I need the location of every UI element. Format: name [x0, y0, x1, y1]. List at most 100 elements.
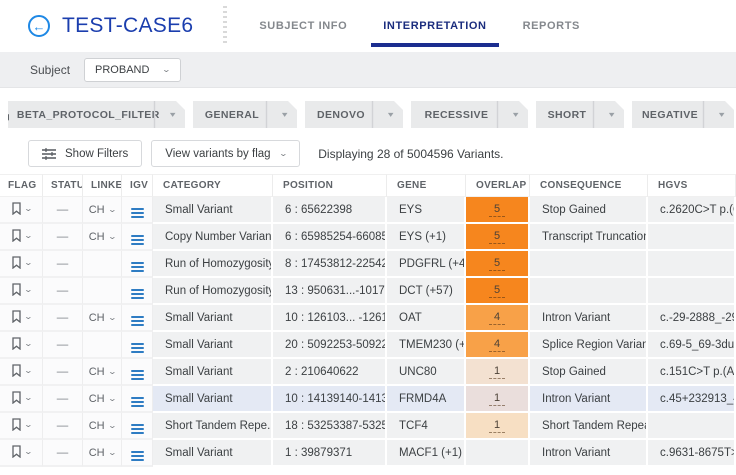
back-button[interactable]: ← — [28, 15, 50, 37]
linked-dropdown[interactable]: CH⌄ — [89, 312, 116, 324]
linked-dropdown[interactable]: CH⌄ — [89, 447, 116, 459]
flag-button[interactable]: ⌄ — [11, 337, 32, 350]
table-row[interactable]: ⌄—Run of Homozygosity13 : 950631...-1017… — [0, 278, 736, 305]
flag-cell: ⌄ — [0, 224, 43, 251]
filter-tab-beta_protocol_filters[interactable]: BETA_PROTOCOL_FILTERS▾ — [8, 101, 185, 128]
gene-cell: PDGFRL (+47) — [387, 251, 466, 278]
table-row[interactable]: ⌄—CH⌄Small Variant6 : 65622398EYS5Stop G… — [0, 197, 736, 224]
igv-button[interactable] — [131, 397, 144, 407]
chevron-down-icon: ⌄ — [23, 231, 32, 240]
overlap-cell: 4 — [466, 305, 530, 332]
igv-button[interactable] — [131, 451, 144, 461]
linked-dropdown[interactable]: CH⌄ — [89, 420, 116, 432]
consequence-cell: Intron Variant — [530, 440, 648, 467]
tab-reports[interactable]: REPORTS — [505, 0, 598, 52]
filter-tab-text: NEGATIVE — [642, 109, 698, 121]
gene-cell: OAT — [387, 305, 466, 332]
linked-dropdown[interactable]: CH⌄ — [89, 393, 116, 405]
position-cell: 18 : 53253387-53253458 — [273, 413, 387, 440]
subject-select[interactable]: PROBAND ⌄ — [84, 58, 181, 82]
filter-tab-caret-icon[interactable]: ▾ — [497, 101, 533, 128]
overlap-cell: 5 — [466, 251, 530, 278]
overlap-value[interactable]: 4 — [489, 311, 505, 325]
overlap-cell: 1 — [466, 386, 530, 413]
status-cell: — — [43, 278, 83, 305]
table-row[interactable]: ⌄—CH⌄Small Variant2 : 210640622UNC801Sto… — [0, 359, 736, 386]
igv-cell — [122, 251, 153, 278]
hgvs-cell — [648, 224, 736, 251]
show-filters-button[interactable]: Show Filters — [28, 140, 142, 167]
flag-button[interactable]: ⌄ — [11, 283, 32, 296]
overlap-value[interactable]: 5 — [489, 284, 505, 298]
igv-cell — [122, 440, 153, 467]
table-row[interactable]: ⌄—Small Variant20 : 5092253-5092254TMEM2… — [0, 332, 736, 359]
igv-button[interactable] — [131, 208, 144, 218]
table-row[interactable]: ⌄—CH⌄Small Variant10 : 126103... -126103… — [0, 305, 736, 332]
tab-subject-info[interactable]: SUBJECT INFO — [241, 0, 365, 52]
hgvs-cell: c.-29-2888_-29-2... — [648, 305, 736, 332]
chevron-down-icon: ⌄ — [162, 65, 171, 74]
linked-dropdown[interactable]: CH⌄ — [89, 204, 116, 216]
flag-button[interactable]: ⌄ — [11, 229, 32, 242]
chevron-down-icon: ⌄ — [23, 312, 32, 321]
chevron-down-icon: ⌄ — [23, 420, 32, 429]
filter-tab-caret-icon[interactable]: ▾ — [372, 101, 408, 128]
filter-tab-caret-icon[interactable]: ▾ — [154, 101, 190, 128]
flag-button[interactable]: ⌄ — [11, 310, 32, 323]
chevron-down-icon: ⌄ — [278, 149, 287, 158]
linked-value: CH — [89, 312, 105, 324]
view-by-flag-dropdown[interactable]: View variants by flag ⌄ — [151, 140, 300, 167]
igv-button[interactable] — [131, 370, 144, 380]
overlap-value[interactable]: 1 — [489, 419, 505, 433]
linked-dropdown[interactable]: CH⌄ — [89, 231, 116, 243]
igv-button[interactable] — [131, 289, 144, 299]
linked-cell: CH⌄ — [83, 305, 122, 332]
subject-select-value: PROBAND — [95, 64, 149, 76]
flag-button[interactable]: ⌄ — [11, 391, 32, 404]
filter-tab-denovo[interactable]: DENOVO▾ — [305, 101, 403, 128]
filter-tab-recessive[interactable]: RECESSIVE▾ — [411, 101, 528, 128]
table-row[interactable]: ⌄—CH⌄Small Variant1 : 39879371MACF1 (+1)… — [0, 440, 736, 467]
linked-value: CH — [89, 231, 105, 243]
igv-button[interactable] — [131, 424, 144, 434]
filter-tab-caret-icon[interactable]: ▾ — [266, 101, 302, 128]
category-cell: Small Variant — [153, 197, 273, 224]
tab-interpretation[interactable]: INTERPRETATION — [365, 0, 504, 52]
position-cell: 1 : 39879371 — [273, 440, 387, 467]
filter-tab-label: GENERAL — [193, 101, 271, 128]
flag-cell: ⌄ — [0, 386, 43, 413]
splitter-handle[interactable] — [223, 6, 227, 46]
filter-tab-short[interactable]: SHORT▾ — [536, 101, 624, 128]
igv-button[interactable] — [131, 343, 144, 353]
table-row[interactable]: ⌄—Run of Homozygosity8 : 17453812-225429… — [0, 251, 736, 278]
filter-tab-general[interactable]: GENERAL▾ — [193, 101, 297, 128]
flag-button[interactable]: ⌄ — [11, 445, 32, 458]
table-row[interactable]: ⌄—CH⌄Copy Number Variant6 : 65985254-660… — [0, 224, 736, 251]
overlap-value[interactable]: 1 — [489, 365, 505, 379]
overlap-value[interactable]: 4 — [489, 338, 505, 352]
linked-dropdown[interactable]: CH⌄ — [89, 366, 116, 378]
igv-button[interactable] — [131, 316, 144, 326]
filter-tab-caret-icon[interactable]: ▾ — [593, 101, 629, 128]
flag-button[interactable]: ⌄ — [11, 202, 32, 215]
filter-tab-caret-icon[interactable]: ▾ — [703, 101, 736, 128]
overlap-value[interactable]: 5 — [489, 230, 505, 244]
column-header-flag: FLAG — [0, 174, 43, 197]
flag-button[interactable]: ⌄ — [11, 364, 32, 377]
overlap-cell: 1 — [466, 413, 530, 440]
overlap-value[interactable]: 5 — [489, 203, 505, 217]
igv-button[interactable] — [131, 235, 144, 245]
overlap-value[interactable]: 1 — [489, 392, 505, 406]
flag-button[interactable]: ⌄ — [11, 418, 32, 431]
hgvs-cell — [648, 413, 736, 440]
variants-toolbar: Show Filters View variants by flag ⌄ Dis… — [0, 140, 736, 167]
gene-cell: MACF1 (+1) — [387, 440, 466, 467]
igv-button[interactable] — [131, 262, 144, 272]
filter-tab-strip: BETA_PROTOCOL_FILTERS▾GENERAL▾DENOVO▾REC… — [0, 101, 736, 128]
filter-tab-negative[interactable]: NEGATIVE ▾ — [632, 101, 734, 128]
flag-button[interactable]: ⌄ — [11, 256, 32, 269]
overlap-value[interactable]: 5 — [489, 257, 505, 271]
table-row[interactable]: ⌄—CH⌄Small Variant10 : 14139140-14139141… — [0, 386, 736, 413]
table-row[interactable]: ⌄—CH⌄Short Tandem Repe...18 : 53253387-5… — [0, 413, 736, 440]
status-cell: — — [43, 332, 83, 359]
